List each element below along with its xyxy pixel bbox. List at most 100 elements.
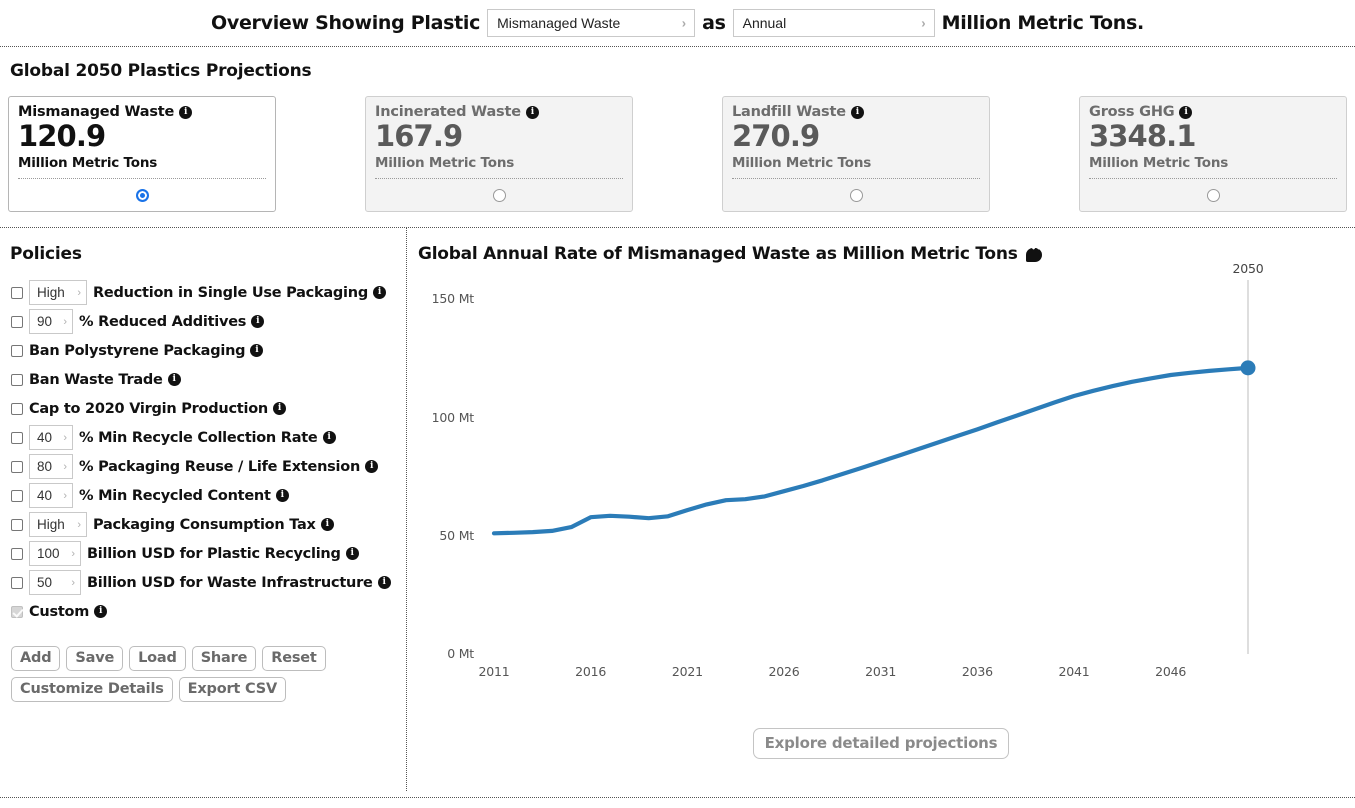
policy-label-row: % Min Recycled Content i bbox=[79, 488, 289, 504]
projection-card-radio[interactable] bbox=[136, 189, 149, 202]
chevron-right-icon: › bbox=[921, 16, 925, 31]
projection-card-unit: Million Metric Tons bbox=[375, 155, 623, 179]
policy-row-11: Customi bbox=[8, 597, 398, 626]
policy-row-5: 40›% Min Recycle Collection Ratei bbox=[8, 423, 398, 452]
projection-card-label-row: Gross GHGi bbox=[1089, 104, 1337, 120]
policy-checkbox[interactable] bbox=[11, 490, 23, 502]
policy-checkbox[interactable] bbox=[11, 519, 23, 531]
policy-checkbox[interactable] bbox=[11, 345, 23, 357]
policy-label-row: Packaging Consumption Tax i bbox=[93, 517, 334, 533]
info-icon[interactable]: i bbox=[321, 518, 334, 531]
policy-checkbox[interactable] bbox=[11, 287, 23, 299]
policy-value-select[interactable]: 40› bbox=[29, 425, 73, 450]
period-select[interactable]: Annual › bbox=[733, 9, 935, 37]
projection-card-1[interactable]: Incinerated Wastei167.9Million Metric To… bbox=[365, 96, 633, 212]
policy-row1-save-button[interactable]: Save bbox=[66, 646, 123, 671]
policy-value-select[interactable]: High› bbox=[29, 512, 87, 537]
policy-checkbox[interactable] bbox=[11, 548, 23, 560]
metric-select-value: Mismanaged Waste bbox=[497, 15, 620, 31]
overview-header-bar: Overview Showing Plastic Mismanaged Wast… bbox=[0, 0, 1355, 47]
projection-card-unit: Million Metric Tons bbox=[732, 155, 980, 179]
policy-checkbox[interactable] bbox=[11, 606, 23, 618]
projection-cards: Mismanaged Wastei120.9Million Metric Ton… bbox=[8, 96, 1347, 227]
policy-row-4: Cap to 2020 Virgin Productioni bbox=[8, 394, 398, 423]
policy-row2-export-csv-button[interactable]: Export CSV bbox=[179, 677, 286, 702]
policy-row1-add-button[interactable]: Add bbox=[11, 646, 60, 671]
info-icon[interactable]: i bbox=[1179, 106, 1192, 119]
policy-value-select[interactable]: High› bbox=[29, 280, 87, 305]
overview-connector-text: as bbox=[702, 12, 726, 34]
explore-button-wrap: Explore detailed projections bbox=[407, 728, 1355, 759]
policy-value-select-value: 80 bbox=[37, 459, 52, 474]
info-icon[interactable]: i bbox=[373, 286, 386, 299]
policy-actions-row-1: AddSaveLoadShareReset bbox=[8, 646, 398, 671]
info-icon[interactable]: i bbox=[851, 106, 864, 119]
info-icon[interactable]: i bbox=[276, 489, 289, 502]
projection-card-radio-row bbox=[18, 179, 266, 211]
y-tick-label: 100 Mt bbox=[407, 410, 474, 425]
overview-prefix-text: Overview Showing Plastic bbox=[211, 12, 480, 34]
projection-card-value: 3348.1 bbox=[1089, 121, 1337, 152]
policy-value-select[interactable]: 80› bbox=[29, 454, 73, 479]
y-tick-label: 0 Mt bbox=[407, 646, 474, 661]
info-icon[interactable]: i bbox=[346, 547, 359, 560]
info-icon[interactable]: i bbox=[94, 605, 107, 618]
policy-checkbox[interactable] bbox=[11, 403, 23, 415]
x-tick-label: 2031 bbox=[841, 664, 921, 679]
policy-checkbox[interactable] bbox=[11, 374, 23, 386]
policy-row1-reset-button[interactable]: Reset bbox=[262, 646, 325, 671]
chevron-right-icon: › bbox=[77, 519, 81, 531]
policy-label: Ban Waste Trade bbox=[29, 372, 163, 388]
projection-card-value: 167.9 bbox=[375, 121, 623, 152]
projection-card-radio[interactable] bbox=[850, 189, 863, 202]
info-icon[interactable]: i bbox=[365, 460, 378, 473]
policy-value-select[interactable]: 90 › bbox=[29, 309, 73, 334]
policy-label: Reduction in Single Use Packaging bbox=[93, 285, 368, 301]
policy-label: Custom bbox=[29, 604, 89, 620]
policy-list: High› Reduction in Single Use Packaging i 9… bbox=[8, 278, 398, 626]
policy-row-8: High› Packaging Consumption Tax i bbox=[8, 510, 398, 539]
projection-card-label: Landfill Waste bbox=[732, 104, 846, 120]
policy-value-select[interactable]: 40› bbox=[29, 483, 73, 508]
chevron-right-icon: › bbox=[63, 316, 67, 328]
projection-card-0[interactable]: Mismanaged Wastei120.9Million Metric Ton… bbox=[8, 96, 276, 212]
info-icon[interactable]: i bbox=[168, 373, 181, 386]
projection-card-3[interactable]: Gross GHGi3348.1Million Metric Tons bbox=[1079, 96, 1347, 212]
policy-checkbox[interactable] bbox=[11, 461, 23, 473]
projection-card-label-row: Landfill Waste i bbox=[732, 104, 980, 120]
policy-label: % Min Recycled Content bbox=[79, 488, 271, 504]
policy-checkbox[interactable] bbox=[11, 577, 23, 589]
main-content: Policies High›Reduction in Single Use Pa… bbox=[0, 228, 1355, 791]
info-icon[interactable]: i bbox=[179, 106, 192, 119]
info-icon[interactable]: i bbox=[250, 344, 263, 357]
x-tick-label: 2011 bbox=[454, 664, 534, 679]
projection-card-radio-row bbox=[375, 179, 623, 211]
policy-row-9: 100› Billion USD for Plastic Recyclingi bbox=[8, 539, 398, 568]
policy-label-row: Billion USD for Plastic Recyclingi bbox=[87, 546, 359, 562]
info-icon[interactable]: i bbox=[323, 431, 336, 444]
policy-label: Packaging Consumption Tax bbox=[93, 517, 316, 533]
policy-value-select-value: 90 bbox=[37, 314, 52, 329]
series-end-marker[interactable] bbox=[1241, 361, 1256, 376]
period-select-value: Annual bbox=[743, 15, 787, 31]
policy-value-select[interactable]: 100› bbox=[29, 541, 81, 566]
metric-select[interactable]: Mismanaged Waste › bbox=[487, 9, 695, 37]
info-icon[interactable]: i bbox=[526, 106, 539, 119]
policy-checkbox[interactable] bbox=[11, 316, 23, 328]
policy-label-row: % Reduced Additivesi bbox=[79, 314, 264, 330]
policy-row1-share-button[interactable]: Share bbox=[192, 646, 257, 671]
info-icon[interactable]: i bbox=[378, 576, 391, 589]
policy-row1-load-button[interactable]: Load bbox=[129, 646, 186, 671]
policy-checkbox[interactable] bbox=[11, 432, 23, 444]
policy-row2-customize-details-button[interactable]: Customize Details bbox=[11, 677, 173, 702]
projection-card-value: 270.9 bbox=[732, 121, 980, 152]
projection-card-2[interactable]: Landfill Waste i 270.9 Million Metric Tons bbox=[722, 96, 990, 212]
policy-label-row: Reduction in Single Use Packaging i bbox=[93, 285, 386, 301]
projection-card-radio[interactable] bbox=[493, 189, 506, 202]
info-icon[interactable]: i bbox=[251, 315, 264, 328]
explore-detailed-projections-button[interactable]: Explore detailed projections bbox=[753, 728, 1010, 759]
x-tick-label: 2046 bbox=[1131, 664, 1211, 679]
info-icon[interactable]: i bbox=[273, 402, 286, 415]
policy-value-select[interactable]: 50› bbox=[29, 570, 81, 595]
projection-card-radio[interactable] bbox=[1207, 189, 1220, 202]
